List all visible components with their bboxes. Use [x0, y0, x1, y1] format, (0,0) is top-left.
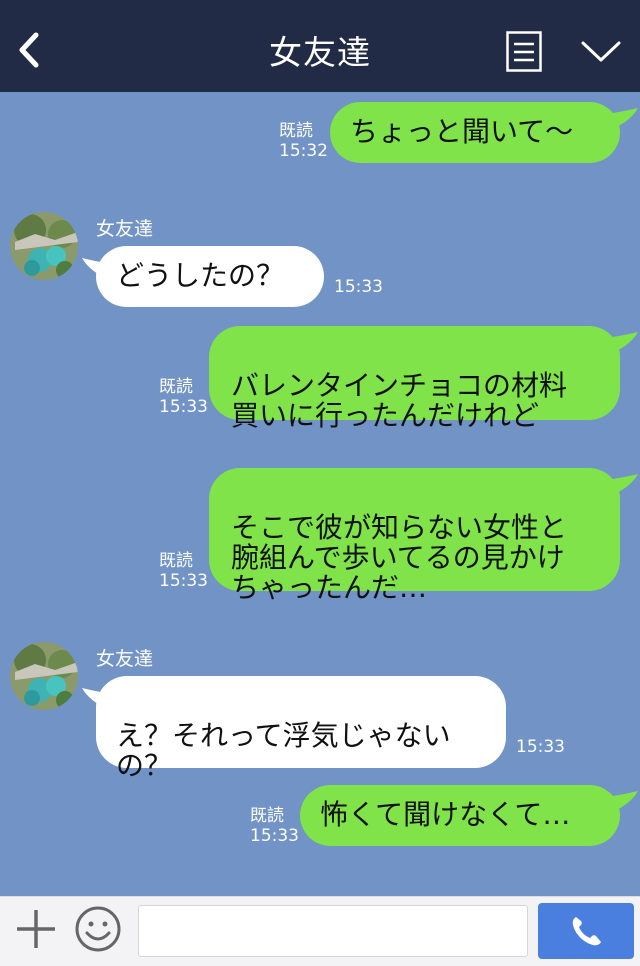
bubble-tail	[606, 791, 638, 813]
message-input[interactable]	[138, 905, 528, 957]
their-message-bubble[interactable]: え？それって浮気じゃない の？	[96, 676, 506, 781]
avatar[interactable]	[10, 642, 78, 710]
message-text: え？それって浮気じゃない の？	[116, 719, 451, 782]
message-text: そこで彼が知らない女性と 腕組んで歩いてるの見かけ ちゃったんだ…	[231, 511, 568, 604]
message-text: 怖くて聞けなくて…	[320, 798, 571, 831]
avatar-image	[10, 642, 78, 710]
message-text: バレンタインチョコの材料 買いに行ったんだけれど	[231, 369, 568, 432]
bubble-tail	[606, 332, 638, 354]
message-meta: 既読 15:32	[279, 121, 328, 161]
emoji-icon[interactable]	[74, 905, 122, 953]
chat-title: 女友達	[269, 33, 371, 72]
sender-name: 女友達	[96, 648, 154, 670]
bubble-tail	[606, 108, 638, 130]
read-receipt: 既読	[159, 551, 193, 571]
call-button[interactable]	[538, 903, 634, 959]
avatar[interactable]	[10, 212, 78, 280]
message-time: 15:33	[159, 397, 208, 417]
sender-name: 女友達	[96, 218, 154, 240]
read-receipt: 既読	[159, 377, 193, 397]
message-meta: 既読 15:33	[159, 377, 208, 417]
message-time: 15:33	[159, 571, 208, 591]
plus-icon[interactable]	[14, 907, 58, 951]
chevron-down-icon[interactable]	[580, 36, 622, 66]
my-message-bubble[interactable]: ちょっと聞いて〜	[330, 102, 620, 163]
chat-area[interactable]: 既読 15:32 ちょっと聞いて〜 女友達 どうしたの？ 15:33 既読 15…	[0, 92, 640, 896]
message-meta: 既読 15:33	[159, 551, 208, 591]
chat-header: 女友達	[0, 0, 640, 92]
avatar-image	[10, 212, 78, 280]
menu-icon[interactable]	[506, 31, 542, 72]
message-input-bar	[0, 896, 640, 966]
phone-icon	[572, 917, 601, 946]
their-message-bubble[interactable]: どうしたの？	[96, 246, 324, 307]
my-message-bubble[interactable]: 怖くて聞けなくて…	[300, 785, 620, 846]
bubble-tail	[606, 474, 638, 496]
read-receipt: 既読	[250, 806, 284, 826]
my-message-bubble[interactable]: バレンタインチョコの材料 買いに行ったんだけれど	[209, 326, 620, 431]
message-time: 15:33	[250, 826, 299, 846]
read-receipt: 既読	[279, 121, 313, 141]
message-time: 15:33	[516, 737, 565, 757]
message-text: ちょっと聞いて〜	[350, 115, 574, 148]
message-text: どうしたの？	[116, 259, 285, 292]
message-time: 15:33	[334, 277, 383, 297]
my-message-bubble[interactable]: そこで彼が知らない女性と 腕組んで歩いてるの見かけ ちゃったんだ…	[209, 468, 620, 603]
message-time: 15:32	[279, 141, 328, 161]
message-meta: 既読 15:33	[250, 806, 299, 846]
